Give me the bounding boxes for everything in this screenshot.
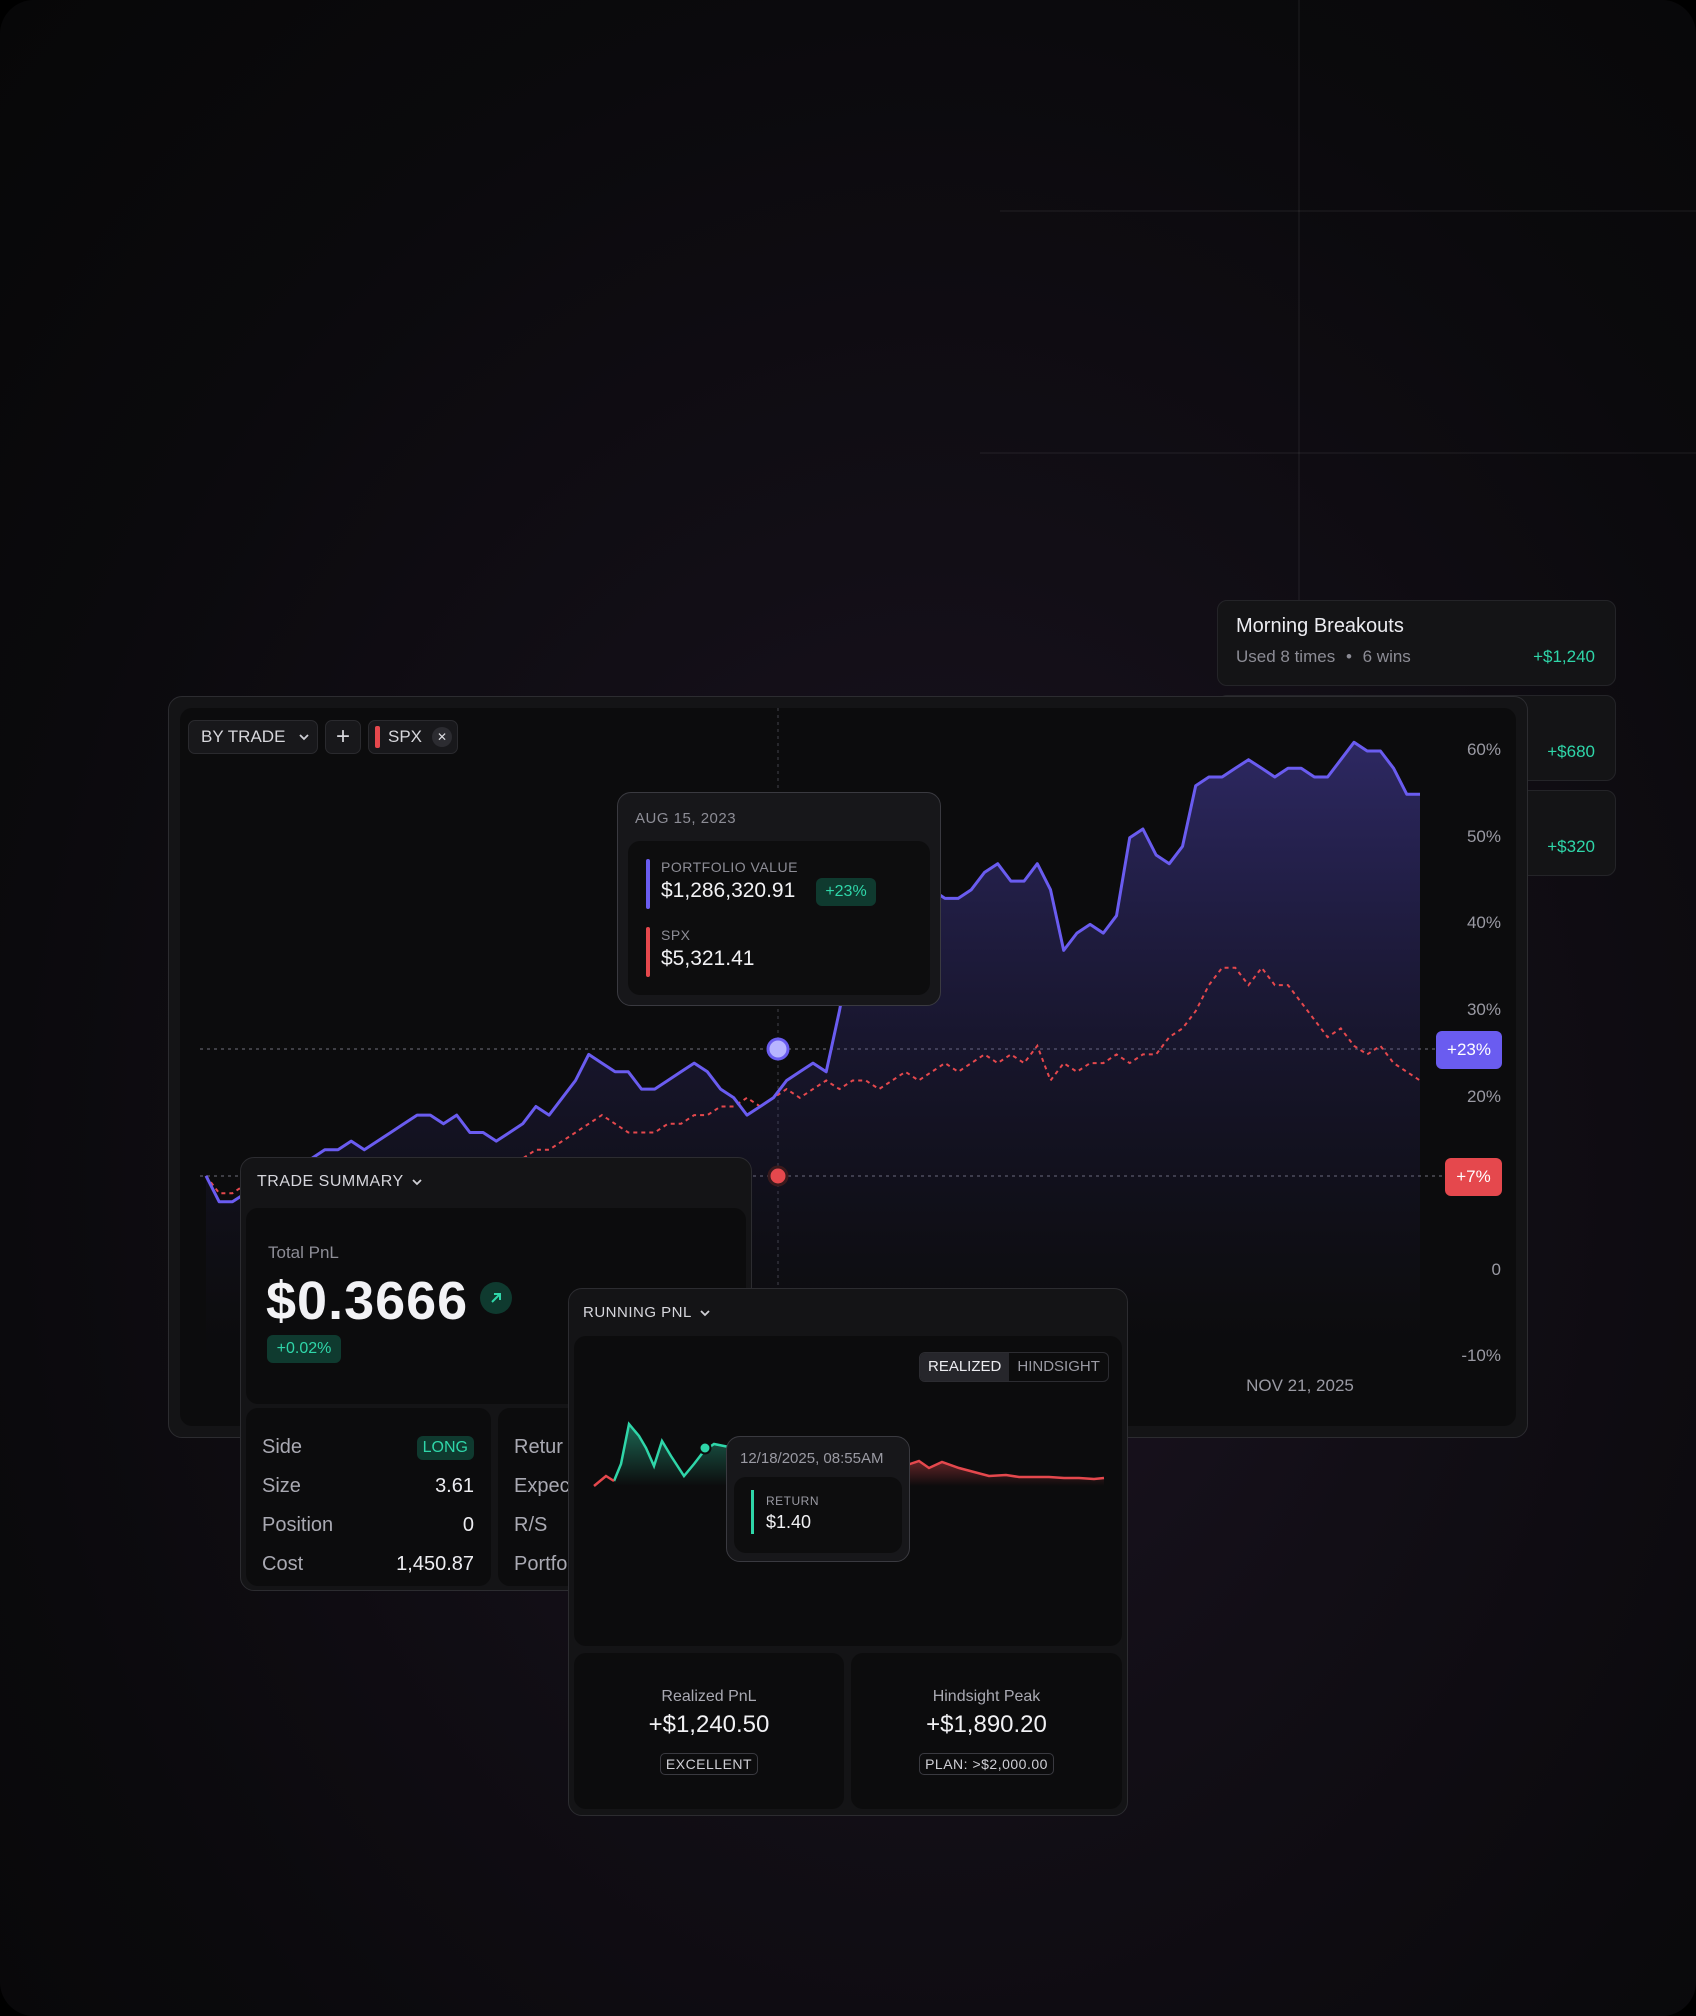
- y-axis-tick: 60%: [1467, 740, 1501, 759]
- running-pnl-header[interactable]: RUNNING PNL: [583, 1304, 712, 1321]
- y-axis-tick: 30%: [1467, 1000, 1501, 1019]
- portfolio-value-badge: +23%: [1436, 1031, 1502, 1069]
- x-axis-tick: NOV 21, 2025: [1246, 1376, 1354, 1395]
- y-axis-tick: 20%: [1467, 1087, 1501, 1106]
- strategy-meta: Used 8 times • 6 wins: [1236, 647, 1411, 667]
- detail-label: Expec: [514, 1475, 570, 1497]
- detail-value: 1,450.87: [396, 1553, 474, 1575]
- y-axis-tick: -10%: [1461, 1346, 1501, 1365]
- strategy-uses: Used 8 times: [1236, 647, 1336, 666]
- trade-details-right-list: Retur Expec R/S Portfo: [514, 1428, 570, 1584]
- running-tooltip-label: RETURN: [766, 1494, 819, 1508]
- tooltip-body: PORTFOLIO VALUE $1,286,320.91 +23% SPX $…: [628, 841, 930, 995]
- hindsight-badge: PLAN: >$2,000.00: [919, 1753, 1054, 1775]
- realized-pnl-card: Realized PnL +$1,240.50 EXCELLENT: [574, 1653, 844, 1809]
- strategy-pnl: +$680: [1547, 742, 1595, 761]
- running-pnl-tooltip: 12/18/2025, 08:55AM RETURN $1.40: [726, 1436, 910, 1562]
- grid-line: [1000, 210, 1696, 212]
- scene-background: Morning Breakouts Used 8 times • 6 wins …: [0, 0, 1696, 2016]
- detail-row-side: Side LONG: [262, 1428, 474, 1467]
- running-tooltip-body: RETURN $1.40: [734, 1477, 902, 1553]
- detail-row-cost: Cost 1,450.87: [262, 1545, 474, 1584]
- trade-summary-title: TRADE SUMMARY: [257, 1173, 404, 1190]
- strategy-card-morning-breakouts[interactable]: Morning Breakouts Used 8 times • 6 wins …: [1217, 600, 1616, 686]
- tooltip-portfolio-change: +23%: [816, 878, 876, 906]
- portfolio-hover-point[interactable]: [766, 1037, 790, 1061]
- detail-label: Retur: [514, 1436, 563, 1458]
- trade-summary-header[interactable]: TRADE SUMMARY: [257, 1173, 424, 1191]
- tooltip-portfolio-label: PORTFOLIO VALUE: [661, 859, 798, 875]
- pnl-negative-line-start: [593, 1474, 615, 1487]
- grid-line: [1298, 0, 1300, 600]
- realized-badge-wrap: EXCELLENT: [574, 1753, 844, 1775]
- running-pnl-title: RUNNING PNL: [583, 1304, 692, 1321]
- grid-line: [980, 452, 1696, 454]
- realized-pnl-value: +$1,240.50: [648, 1711, 770, 1738]
- tooltip-spx-value: $5,321.41: [661, 947, 755, 970]
- detail-label: Position: [262, 1514, 334, 1536]
- return-marker: [751, 1490, 754, 1534]
- chart-tooltip: AUG 15, 2023 PORTFOLIO VALUE $1,286,320.…: [617, 792, 941, 1006]
- total-pnl-change: +0.02%: [267, 1335, 341, 1363]
- strategy-name: Morning Breakouts: [1236, 615, 1404, 637]
- spx-value-badge: +7%: [1445, 1158, 1502, 1196]
- tooltip-date: AUG 15, 2023: [635, 810, 737, 827]
- detail-label: Side: [262, 1436, 303, 1458]
- arrow-up-right-icon: [480, 1282, 512, 1314]
- detail-value: 3.61: [435, 1475, 474, 1497]
- detail-label: R/S: [514, 1514, 548, 1536]
- spx-marker: [646, 927, 650, 977]
- running-tooltip-date: 12/18/2025, 08:55AM: [740, 1450, 884, 1467]
- running-pnl-chart-area: REALIZED HINDSIGHT 12/18/2025, 08:55AM R…: [574, 1336, 1122, 1646]
- detail-row-size: Size 3.61: [262, 1467, 474, 1506]
- detail-label: Portfo: [514, 1553, 568, 1575]
- detail-label: Size: [262, 1475, 301, 1497]
- running-pnl-panel: RUNNING PNL REALIZED HINDSIGHT 12/18/202…: [568, 1288, 1128, 1816]
- chevron-down-icon: [412, 1179, 422, 1186]
- realized-badge: EXCELLENT: [659, 1753, 759, 1775]
- pnl-hover-point[interactable]: [698, 1441, 712, 1455]
- side-badge: LONG: [416, 1435, 474, 1460]
- spx-hover-point[interactable]: [767, 1165, 789, 1187]
- trade-details-left: Side LONG Size 3.61 Position 0 Cost 1,45…: [246, 1408, 491, 1586]
- realized-pnl-label: Realized PnL: [661, 1688, 757, 1705]
- hindsight-peak-label: Hindsight Peak: [932, 1688, 1041, 1705]
- detail-value: 0: [462, 1514, 474, 1536]
- chevron-down-icon: [700, 1309, 710, 1316]
- strategy-wins: 6 wins: [1362, 647, 1411, 666]
- hindsight-peak-card: Hindsight Peak +$1,890.20 PLAN: >$2,000.…: [851, 1653, 1122, 1809]
- total-pnl-value: $0.3666: [266, 1271, 469, 1331]
- hindsight-badge-wrap: PLAN: >$2,000.00: [851, 1753, 1122, 1775]
- strategy-pnl: +$1,240: [1533, 647, 1595, 666]
- hindsight-peak-value: +$1,890.20: [926, 1711, 1047, 1738]
- running-tooltip-value: $1.40: [766, 1512, 812, 1532]
- total-pnl-label: Total PnL: [268, 1243, 339, 1262]
- pnl-positive-area: [614, 1424, 744, 1486]
- y-axis-tick: 0: [1492, 1260, 1501, 1279]
- tooltip-spx-label: SPX: [661, 927, 691, 943]
- y-axis-tick: 50%: [1467, 827, 1501, 846]
- detail-label: Cost: [262, 1553, 304, 1575]
- tooltip-portfolio-value: $1,286,320.91: [661, 879, 796, 902]
- portfolio-marker: [646, 859, 650, 909]
- strategy-pnl: +$320: [1547, 837, 1595, 856]
- trade-details-list: Side LONG Size 3.61 Position 0 Cost 1,45…: [262, 1428, 474, 1584]
- detail-row-position: Position 0: [262, 1506, 474, 1545]
- y-axis-tick: 40%: [1467, 913, 1501, 932]
- separator-dot: •: [1345, 647, 1352, 666]
